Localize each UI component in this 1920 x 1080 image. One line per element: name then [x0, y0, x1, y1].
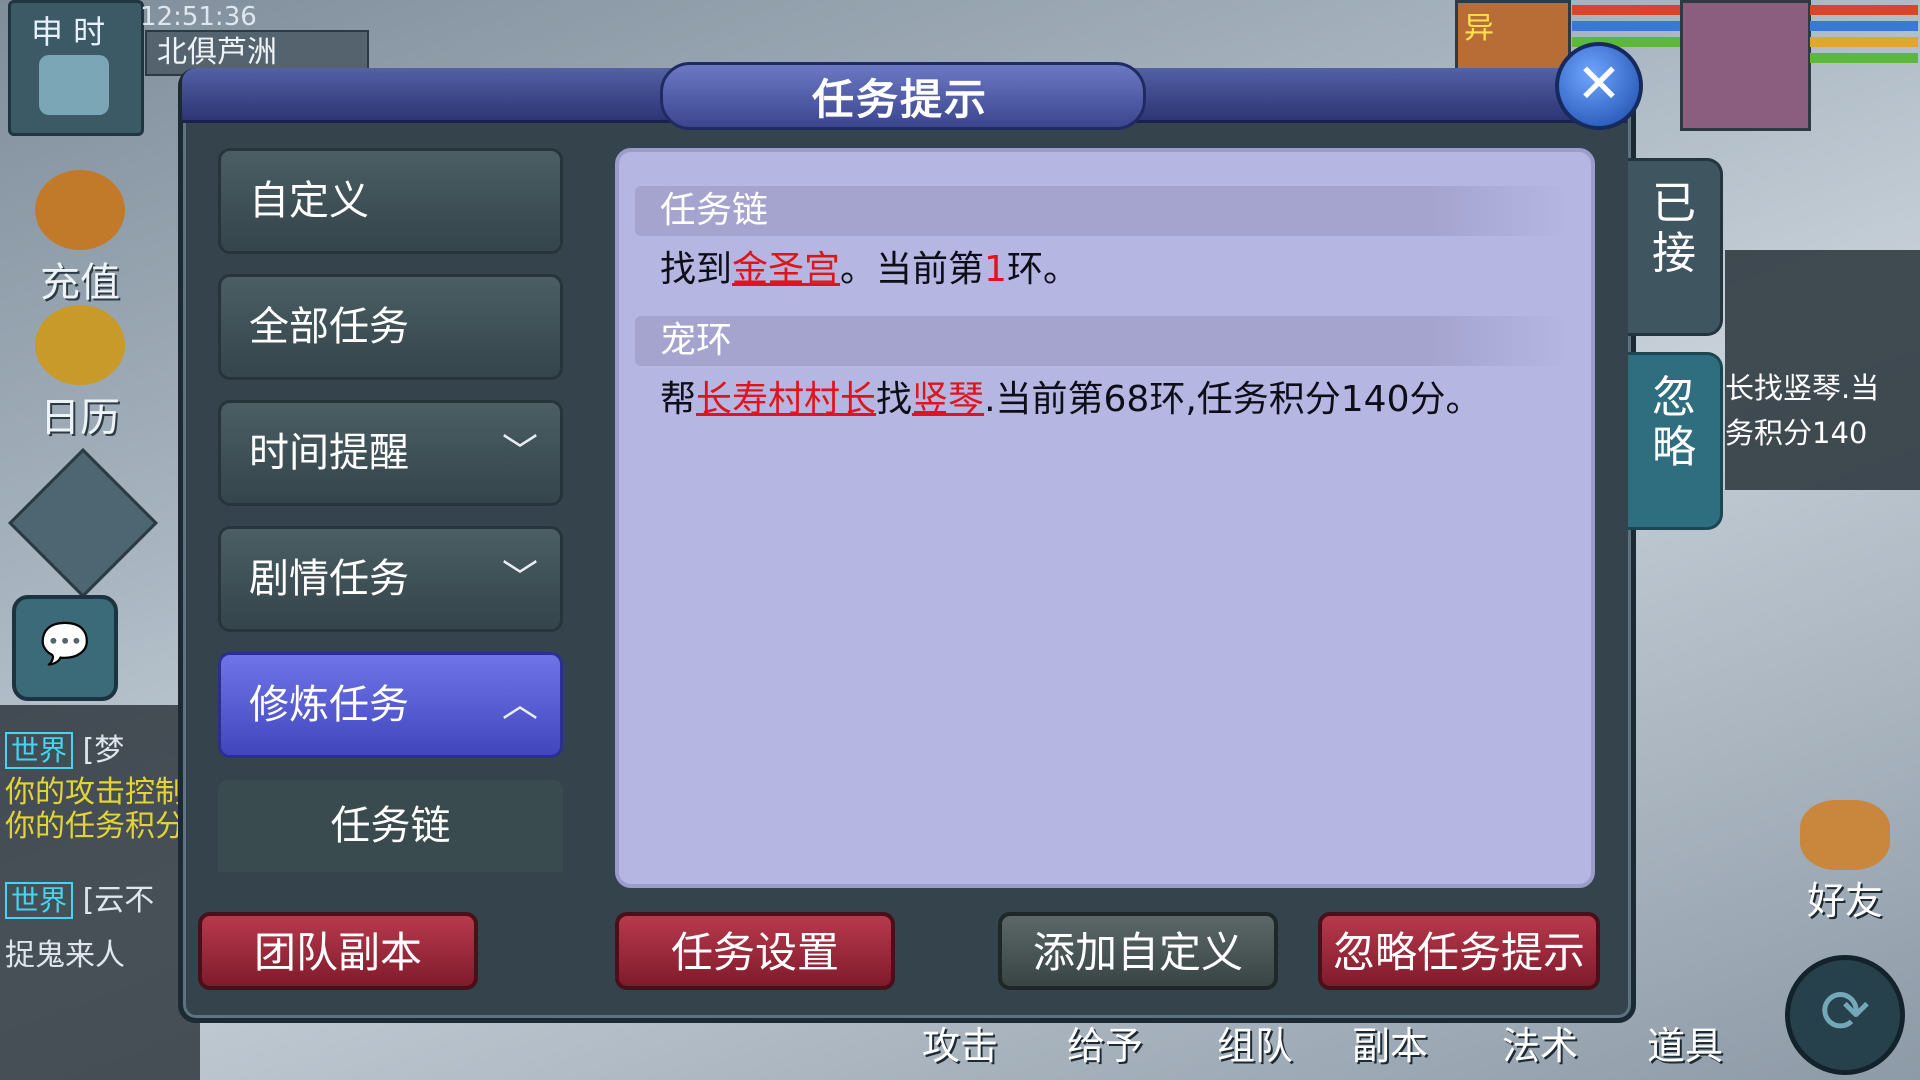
nav-label: 全部任务: [249, 304, 409, 350]
quest-tracker-line: 长找竖琴.当: [1725, 371, 1880, 405]
tab-label: 已 接: [1652, 178, 1696, 279]
quest-tracker-line: 务积分140: [1725, 416, 1868, 450]
nav-label: 时间提醒: [249, 430, 409, 476]
nav-label: 修炼任务: [249, 682, 409, 728]
chat-button[interactable]: 💬: [12, 595, 118, 701]
chat-line: 你的任务积分: [5, 809, 185, 844]
nav-story-quests[interactable]: 剧情任务 ﹀: [218, 526, 563, 632]
nav-label: 自定义: [249, 178, 369, 224]
chat-line: 捉鬼来人: [5, 938, 125, 973]
add-custom-button[interactable]: 添加自定义: [998, 912, 1278, 990]
ignore-quest-hints-button[interactable]: 忽略任务提示: [1318, 912, 1600, 990]
section-header: 宠环: [635, 316, 1570, 366]
chevron-down-icon: ﹀: [501, 558, 538, 599]
close-button[interactable]: ✕: [1555, 42, 1643, 130]
recharge-button[interactable]: 充值: [15, 170, 145, 308]
channel-tag: 世界: [5, 732, 74, 769]
dungeon-button[interactable]: 副本: [1335, 1015, 1445, 1070]
item-link[interactable]: 竖琴: [912, 379, 984, 420]
dialog-title: 任务提示: [811, 75, 988, 124]
chat-panel[interactable]: 世界 [梦 你的攻击控制 你的任务积分 世界 [云不 捉鬼来人: [0, 705, 200, 1080]
time-of-day-clock: 申 时: [8, 0, 144, 136]
nav-time-reminder[interactable]: 时间提醒 ﹀: [218, 400, 563, 506]
chat-line: 世界 [云不: [5, 875, 195, 919]
team-button[interactable]: 组队: [1200, 1015, 1310, 1070]
calendar-icon: [35, 305, 125, 385]
recharge-label: 充值: [40, 260, 120, 306]
location-link[interactable]: 金圣宫: [732, 249, 840, 290]
clock-scene-icon: [39, 55, 109, 115]
chat-bubble-icon: 💬: [40, 621, 90, 667]
handshake-icon: [1800, 800, 1890, 870]
pet-portrait[interactable]: 异: [1455, 0, 1571, 74]
ring-number: 1: [984, 249, 1007, 290]
player-portrait[interactable]: [1680, 0, 1811, 131]
attack-button[interactable]: 攻击: [905, 1015, 1015, 1070]
refresh-icon: ⟳: [1819, 977, 1871, 1047]
npc-link[interactable]: 长寿村村长: [696, 379, 876, 420]
nav-all-quests[interactable]: 全部任务: [218, 274, 563, 380]
system-time: 12:51:36: [140, 2, 257, 32]
give-button[interactable]: 给予: [1050, 1015, 1160, 1070]
quest-settings-button[interactable]: 任务设置: [615, 912, 895, 990]
clock-hour-label: 申 时: [31, 13, 106, 51]
treasure-chest-icon: [35, 170, 125, 250]
team-dungeon-button[interactable]: 团队副本: [198, 912, 478, 990]
skills-button[interactable]: 法术: [1485, 1015, 1595, 1070]
channel-tag: 世界: [5, 882, 74, 919]
refresh-button[interactable]: ⟳: [1785, 955, 1905, 1075]
nav-custom[interactable]: 自定义: [218, 148, 563, 254]
nav-sub-quest-chain[interactable]: 任务链: [218, 780, 563, 872]
chat-line: 世界 [梦: [5, 725, 195, 769]
nav-label: 剧情任务: [249, 556, 409, 602]
tab-ignore[interactable]: 忽 略: [1628, 352, 1723, 530]
pet-badge: 异: [1464, 11, 1494, 46]
calendar-button[interactable]: 日历: [15, 305, 145, 443]
section-body: 帮长寿村村长找竖琴.当前第68环,任务积分140分。: [660, 379, 1482, 420]
friends-button[interactable]: 好友: [1790, 800, 1900, 925]
tab-label: 忽 略: [1652, 372, 1696, 473]
section-body: 找到金圣宫。当前第1环。: [660, 249, 1079, 290]
chevron-up-icon: ︿: [501, 684, 538, 725]
section-header: 任务链: [635, 186, 1570, 236]
friends-label: 好友: [1806, 879, 1883, 923]
close-x-icon: ✕: [1576, 52, 1622, 115]
items-button[interactable]: 道具: [1630, 1015, 1740, 1070]
calendar-label: 日历: [40, 395, 120, 441]
nav-training-quests[interactable]: 修炼任务 ︿: [218, 652, 563, 758]
player-status-bars: [1810, 5, 1918, 63]
pet-status-bars: [1572, 5, 1682, 47]
chevron-down-icon: ﹀: [501, 432, 538, 473]
tab-accepted[interactable]: 已 接: [1628, 158, 1723, 336]
joystick-diamond[interactable]: [8, 448, 158, 598]
quest-tracker-panel[interactable]: 长找竖琴.当 务积分140: [1725, 250, 1920, 490]
